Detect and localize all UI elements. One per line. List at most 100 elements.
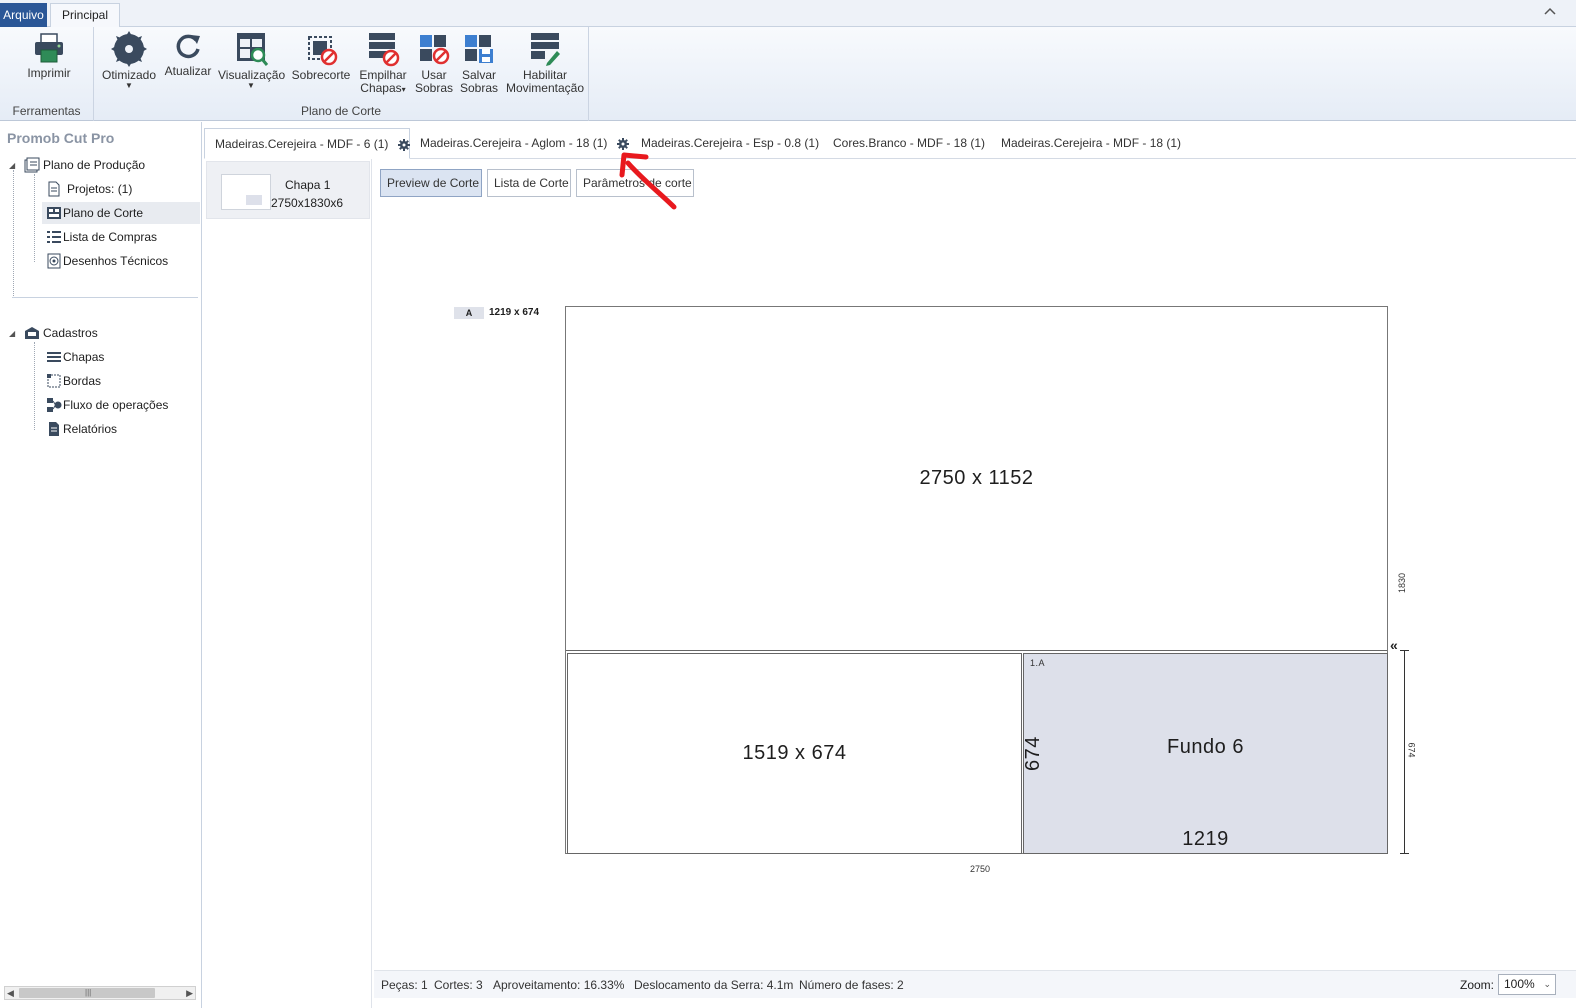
tree-bordas[interactable]: Bordas [46,370,196,392]
scrap-badge: A [454,307,484,319]
empilhar-label-2: Chapas [360,81,402,95]
technical-drawing-icon [47,253,61,269]
tree-label: Plano de Produção [43,158,146,172]
piece-name: Fundo 6 [1167,736,1244,758]
tree-projetos[interactable]: Projetos: (1) [46,178,196,200]
tree-cadastros[interactable]: Cadastros [24,322,194,344]
tree-label: Chapas [63,350,105,364]
otimizado-button[interactable]: Otimizado ▼ [100,31,158,90]
sheet-name: Chapa 1 [285,178,331,192]
thumbnail-piece [246,195,262,205]
sheet-thumbnail [221,174,271,210]
tree-label: Cadastros [43,326,98,340]
refresh-icon [176,34,200,59]
chevron-down-icon: ⌄ [1543,979,1551,989]
chevron-down-icon: ▼ [125,81,133,90]
collapse-arrow-icon[interactable]: ◢ [9,330,17,338]
ribbon-tab-strip: Arquivo Principal [0,0,1576,28]
tree-label: Lista de Compras [63,230,158,244]
visualizacao-label: Visualização [218,68,286,82]
chevron-down-icon: ▾ [401,85,406,94]
piece-height: 674 [1021,736,1044,771]
tree-label: Projetos: (1) [67,182,133,196]
status-bar: Peças: 1 Cortes: 3 Aproveitamento: 16.33… [374,970,1576,998]
use-scraps-icon [420,35,450,65]
saw-blade-icon [111,31,147,67]
tab-arquivo[interactable]: Arquivo [0,3,47,27]
tree-label: Desenhos Técnicos [63,254,169,268]
tree-fluxo-operacoes[interactable]: Fluxo de operações [46,394,196,416]
imprimir-button[interactable]: Imprimir [22,31,76,80]
panel-title: Promob Cut Pro [7,130,115,146]
cutting-sheet: 2750 x 1152 1519 x 674 1.A Fundo 6 674 1… [565,306,1388,854]
collapse-ribbon-icon[interactable] [1542,4,1558,20]
production-plan-icon [24,157,40,173]
tree-desenhos-tecnicos[interactable]: Desenhos Técnicos [46,250,196,272]
group-ferramentas: Imprimir Ferramentas [0,27,94,121]
chevron-down-icon: ▼ [247,81,255,90]
horizontal-scrollbar[interactable]: ◀ ||| ▶ [4,986,196,1000]
tree-chapas[interactable]: Chapas [46,346,196,368]
workflow-icon [47,398,62,412]
tab-material-1[interactable]: Madeiras.Cerejeira - Aglom - 18 (1) [410,128,629,159]
tab-material-3[interactable]: Cores.Branco - MDF - 18 (1) [823,128,985,159]
tab-material-4[interactable]: Madeiras.Cerejeira - MDF - 18 (1) [991,128,1181,159]
stack-sheets-icon [369,33,400,67]
salvar-label-2: Sobras [459,81,499,95]
status-cortes: Cortes: 3 [434,978,483,992]
double-chevron-left-icon[interactable]: « [1390,637,1398,653]
edges-icon [47,374,61,388]
tab-label: Cores.Branco - MDF - 18 (1) [833,136,986,150]
dimension-total-height: 1830 [1397,572,1408,594]
habilitar-movimentacao-button[interactable]: Habilitar Movimentação [504,31,586,95]
tree-guide [13,170,14,298]
gear-icon[interactable] [397,138,410,151]
collapse-arrow-icon[interactable]: ◢ [9,162,17,170]
ribbon: Imprimir Ferramentas Otimizado ▼ Atualiz… [0,27,1576,121]
tree-plano-corte[interactable]: Plano de Corte [42,202,200,224]
tree-label: Bordas [63,374,102,388]
zoom-select[interactable]: 100% ⌄ [1498,974,1556,995]
status-fases: Número de fases: 2 [799,978,904,992]
status-pecas: Peças: 1 [381,978,428,992]
scroll-grip-icon: ||| [85,988,92,997]
tab-label: Madeiras.Cerejeira - Aglom - 18 (1) [420,136,608,150]
group-label-ferramentas: Ferramentas [12,104,81,118]
piece-fundo[interactable]: 1.A Fundo 6 674 1219 [1021,653,1388,854]
tab-principal[interactable]: Principal [50,3,120,28]
zoom-value: 100% [1504,977,1535,991]
sheet-item[interactable]: Chapa 1 2750x1830x6 [206,161,370,219]
status-deslocamento: Deslocamento da Serra: 4.1m [634,978,794,992]
habilitar-label-2: Movimentação [505,81,585,95]
piece-bottom-left[interactable]: 1519 x 674 [567,653,1022,854]
scroll-right-icon[interactable]: ▶ [186,987,193,999]
dimension-cap [1400,853,1409,854]
salvar-sobras-button[interactable]: Salvar Sobras [458,31,500,95]
tab-material-0[interactable]: Madeiras.Cerejeira - MDF - 6 (1) [204,128,410,159]
usar-label-2: Sobras [414,81,454,95]
empilhar-chapas-button[interactable]: Empilhar Chapas▾ [356,31,410,96]
sheet-list: Chapa 1 2750x1830x6 [204,159,372,1008]
tree-label: Plano de Corte [63,206,144,220]
piece-top[interactable]: 2750 x 1152 [566,307,1387,651]
usar-sobras-button[interactable]: Usar Sobras [414,31,454,95]
otimizado-label: Otimizado [101,68,157,82]
dimension-line [1404,650,1405,854]
atualizar-button[interactable]: Atualizar [162,31,214,78]
printer-icon [35,33,63,63]
registry-icon [25,327,39,339]
scroll-left-icon[interactable]: ◀ [7,987,14,999]
list-icon [47,231,61,243]
visualize-icon [237,33,269,66]
dimension-cap [1400,650,1409,651]
tree-lista-compras[interactable]: Lista de Compras [46,226,196,248]
preview-de-corte-button[interactable]: Preview de Corte [380,169,482,197]
lista-de-corte-button[interactable]: Lista de Corte [487,169,571,197]
tree-relatorios[interactable]: Relatórios [46,418,196,440]
sheet-dimensions: 2750x1830x6 [271,196,344,210]
visualizacao-button[interactable]: Visualização ▼ [218,31,286,90]
tree-plano-producao[interactable]: Plano de Produção [24,154,194,176]
report-icon [49,422,59,436]
sobrecorte-button[interactable]: Sobrecorte [288,31,354,82]
dimension-total-width: 2750 [970,864,991,874]
